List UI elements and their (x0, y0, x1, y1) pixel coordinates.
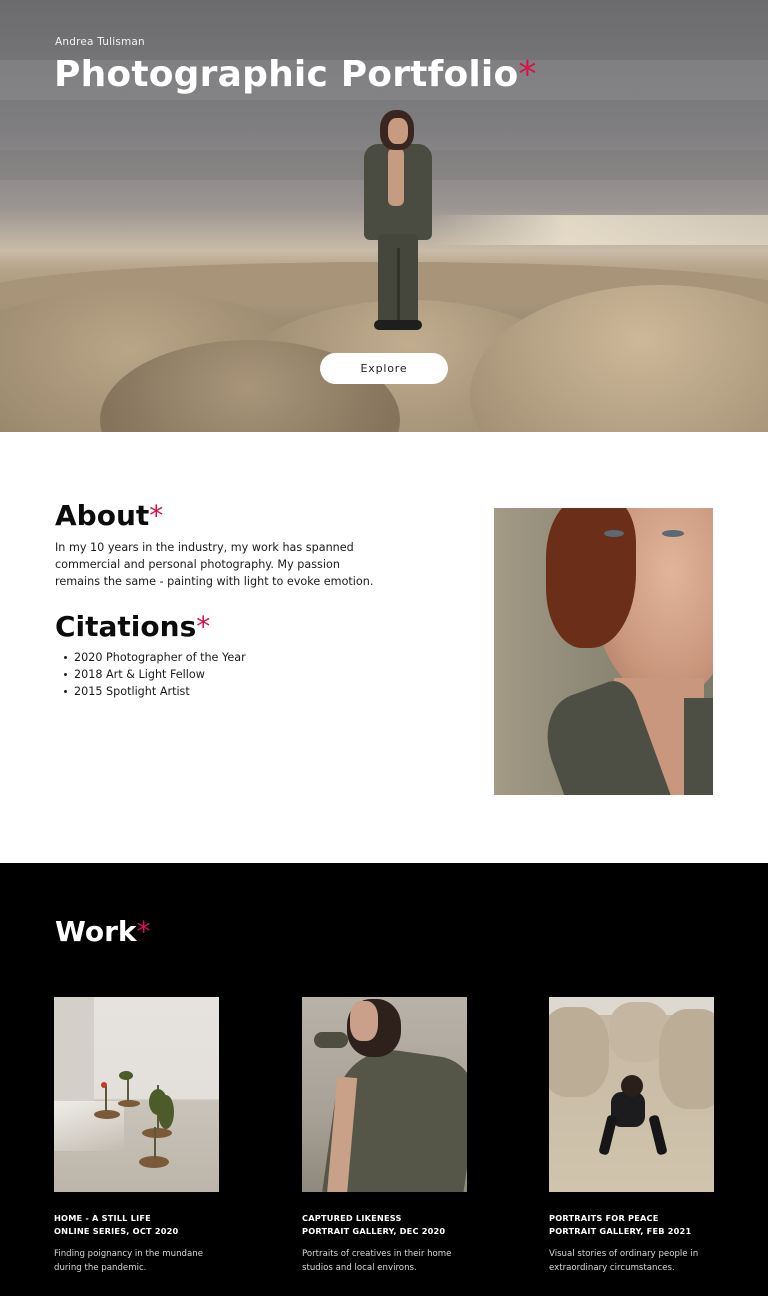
work-card-description: Visual stories of ordinary people in ext… (549, 1249, 699, 1273)
citations-heading: Citations* (55, 610, 210, 643)
work-card-title[interactable]: HOME - A STILL LIFE ONLINE SERIES, OCT 2… (54, 1212, 219, 1238)
citations-list: 2020 Photographer of the Year 2018 Art &… (64, 649, 246, 700)
about-heading: About* (55, 499, 163, 532)
about-section: About* In my 10 years in the industry, m… (0, 432, 768, 863)
work-card-subtitle-line: PORTRAIT GALLERY, FEB 2021 (549, 1226, 692, 1236)
hero-section: Andrea Tulisman Photographic Portfolio* … (0, 0, 768, 432)
work-heading: Work* (55, 915, 151, 948)
citation-item: 2015 Spotlight Artist (64, 683, 246, 700)
about-heading-text: About (55, 499, 150, 532)
citations-asterisk: * (196, 610, 211, 643)
about-text: In my 10 years in the industry, my work … (55, 541, 374, 588)
citation-item: 2020 Photographer of the Year (64, 651, 246, 664)
work-card-title-line: CAPTURED LIKENESS (302, 1213, 402, 1223)
work-card-image[interactable] (302, 997, 467, 1192)
work-card-title-line: HOME - A STILL LIFE (54, 1213, 151, 1223)
work-card-description: Finding poignancy in the mundane during … (54, 1249, 204, 1273)
explore-button[interactable]: Explore (320, 353, 448, 384)
hero-dune (470, 285, 768, 432)
about-portrait-image (494, 508, 713, 795)
hero-standing-figure (360, 108, 436, 334)
work-section: Work* HOME - A STILL LIFE ONLINE SERIES,… (0, 863, 768, 1296)
work-card-captured-likeness[interactable]: CAPTURED LIKENESS PORTRAIT GALLERY, DEC … (302, 997, 467, 1275)
hero-horizon-glow (430, 215, 768, 245)
citations-heading-text: Citations (55, 610, 197, 643)
about-asterisk: * (149, 499, 164, 532)
work-card-title[interactable]: PORTRAITS FOR PEACE PORTRAIT GALLERY, FE… (549, 1212, 714, 1238)
work-card-title-line: PORTRAITS FOR PEACE (549, 1213, 659, 1223)
author-name: Andrea Tulisman (55, 36, 145, 48)
work-card-subtitle-line: PORTRAIT GALLERY, DEC 2020 (302, 1226, 446, 1236)
work-card-description: Portraits of creatives in their home stu… (302, 1249, 452, 1273)
work-card-image[interactable] (54, 997, 219, 1192)
page-title-text: Photographic Portfolio (54, 54, 519, 95)
page-title: Photographic Portfolio* (54, 54, 537, 95)
work-card-portraits-for-peace[interactable]: PORTRAITS FOR PEACE PORTRAIT GALLERY, FE… (549, 997, 714, 1275)
work-card-title[interactable]: CAPTURED LIKENESS PORTRAIT GALLERY, DEC … (302, 1212, 467, 1238)
work-asterisk: * (136, 915, 151, 948)
work-card-home-still-life[interactable]: HOME - A STILL LIFE ONLINE SERIES, OCT 2… (54, 997, 219, 1275)
work-card-image[interactable] (549, 997, 714, 1192)
work-heading-text: Work (55, 915, 137, 948)
work-card-subtitle-line: ONLINE SERIES, OCT 2020 (54, 1226, 179, 1236)
title-asterisk: * (518, 54, 537, 95)
citation-item: 2018 Art & Light Fellow (64, 666, 246, 683)
